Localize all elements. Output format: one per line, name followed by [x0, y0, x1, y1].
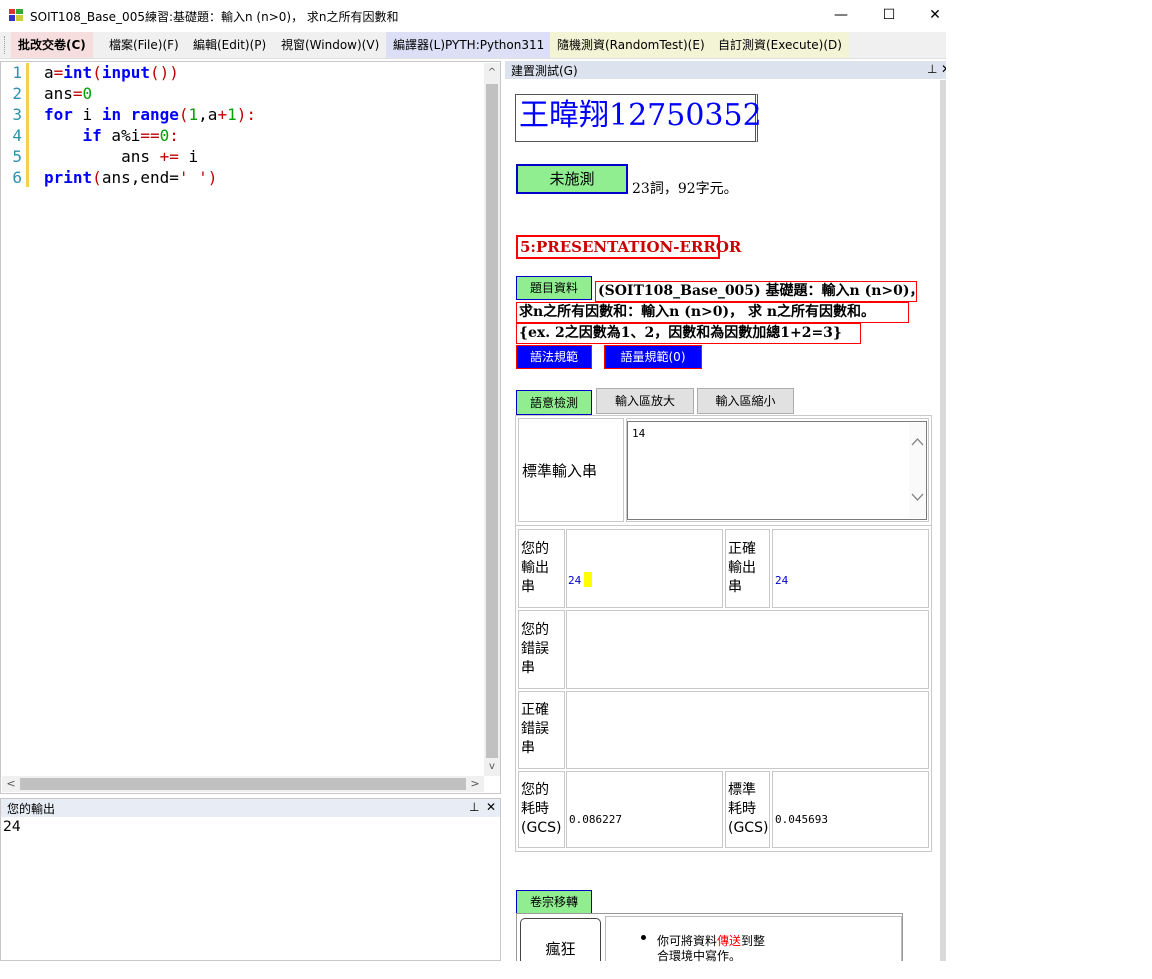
stats-text: 23詞，92字元。 [632, 181, 738, 197]
std-time-cell [772, 771, 929, 848]
minimize-button[interactable]: — [818, 0, 864, 30]
menu-grip [4, 36, 7, 54]
archive-transfer-button[interactable]: 卷宗移轉 [516, 890, 592, 914]
hint-text-pre: 你可將資料 [657, 934, 718, 948]
menu-custom-test[interactable]: 自訂測資(Execute)(D) [711, 32, 849, 58]
output-text[interactable]: 24 [3, 819, 21, 835]
test-panel-title: 建置測試(G) [511, 64, 578, 78]
correct-output-cell [772, 529, 929, 608]
std-time-label: 標準耗時(GCS) [728, 782, 769, 836]
bullet-icon [641, 935, 646, 940]
code-line-1[interactable]: a=int(input()) [44, 63, 179, 82]
quantity-rules-button[interactable]: 語量規範(0) [604, 345, 702, 369]
menu-submit[interactable]: 批改交卷(C) [11, 32, 93, 58]
std-input-label: 標準輸入串 [522, 462, 598, 480]
grid-divider [515, 525, 932, 526]
semantic-check-button[interactable]: 語意檢測 [516, 390, 592, 415]
std-time-value: 0.045693 [775, 813, 828, 826]
menu-file[interactable]: 檔案(File)(F) [102, 32, 186, 58]
your-time-cell [566, 771, 723, 848]
your-error-cell [566, 610, 929, 689]
line-number: 6 [12, 168, 22, 187]
line-number: 1 [12, 63, 22, 82]
app-icon [9, 9, 23, 21]
line-number: 4 [12, 126, 22, 145]
change-marker [26, 63, 29, 187]
editor-horizontal-thumb[interactable] [20, 778, 466, 790]
correct-output-label: 正確輸出串 [728, 541, 756, 595]
problem-line-3: {ex. 2之因數為1、2，因數和為因數加總1+2=3} [516, 323, 861, 344]
code-line-6[interactable]: print(ans,end=' ') [44, 168, 217, 187]
line-number: 2 [12, 84, 22, 103]
window-title: SOIT108_Base_005練習:基礎題：輸入n (n>0)， 求n之所有因… [30, 10, 399, 24]
scroll-right-icon[interactable]: > [468, 777, 482, 791]
menu-random-test[interactable]: 隨機測資(RandomTest)(E) [550, 32, 712, 58]
trailing-space-marker [584, 572, 592, 587]
your-error-label: 您的錯誤串 [521, 622, 549, 676]
close-button[interactable]: ✕ [912, 0, 958, 30]
test-panel-scrollbar[interactable] [940, 80, 946, 961]
problem-line-1: (SOIT108_Base_005) 基礎題：輸入n (n>0)， [595, 281, 924, 302]
maximize-button[interactable]: ☐ [866, 0, 912, 30]
menu-compiler[interactable]: 編譯器(L)PYTH:Python311 [386, 32, 552, 58]
your-output-label: 您的輸出串 [521, 541, 549, 595]
your-output-cell [566, 529, 723, 608]
minimize-icon: — [834, 7, 848, 23]
status-button[interactable]: 未施測 [516, 164, 628, 194]
line-number: 5 [12, 147, 22, 166]
hint-line-2: 合環境中寫作。 [657, 949, 742, 963]
result-badge: 5:PRESENTATION-ERROR [516, 235, 741, 259]
zoom-in-button[interactable]: 輸入區放大 [596, 388, 694, 414]
hint-text-post: 到整 [741, 934, 766, 948]
code-line-3[interactable]: for i in range(1,a+1): [44, 105, 256, 124]
problem-line-2: 求n之所有因數和：輸入n (n>0)， 求 n之所有因數和。 [516, 302, 909, 323]
code-line-2[interactable]: ans=0 [44, 84, 92, 103]
syntax-rules-button[interactable]: 語法規範 [516, 345, 592, 369]
pin-icon[interactable]: ⊥ [469, 800, 479, 814]
correct-output-value: 24 [775, 574, 789, 587]
menu-window[interactable]: 視窗(Window)(V) [274, 32, 386, 58]
your-time-label: 您的耗時(GCS) [521, 782, 562, 836]
problem-button[interactable]: 題目資料 [516, 276, 592, 300]
menu-edit[interactable]: 編輯(Edit)(P) [186, 32, 273, 58]
correct-error-label: 正確錯誤串 [521, 702, 549, 756]
output-panel [0, 798, 501, 961]
hint-text-highlight: 傳送 [717, 934, 742, 948]
maximize-icon: ☐ [882, 7, 896, 23]
chevron-up-icon[interactable] [911, 437, 924, 447]
line-number: 3 [12, 105, 22, 124]
scroll-left-icon[interactable]: < [4, 777, 18, 791]
chevron-down-icon[interactable] [911, 492, 924, 502]
correct-error-cell [566, 691, 929, 769]
output-panel-title: 您的輸出 [7, 802, 56, 816]
editor-vertical-thumb[interactable] [486, 84, 498, 758]
close-icon[interactable]: ✕ [941, 62, 946, 76]
crazy-button[interactable]: 瘋狂 [520, 918, 601, 961]
your-output-value: 24 [568, 574, 582, 587]
std-input-value: 14 [632, 427, 646, 440]
scroll-up-icon[interactable]: ^ [486, 66, 498, 80]
code-line-4[interactable]: if a%i==0: [44, 126, 179, 145]
code-line-5[interactable]: ans += i [44, 147, 198, 166]
output-panel-header [1, 799, 500, 817]
pin-icon[interactable]: ⊥ [927, 62, 937, 76]
std-input-box[interactable] [627, 421, 927, 520]
zoom-out-button[interactable]: 輸入區縮小 [697, 388, 794, 414]
close-icon[interactable]: ✕ [486, 800, 496, 814]
close-icon: ✕ [929, 7, 941, 23]
student-name: 王暐翔12750352 [519, 98, 762, 133]
your-time-value: 0.086227 [569, 813, 622, 826]
scroll-down-icon[interactable]: v [486, 760, 498, 774]
